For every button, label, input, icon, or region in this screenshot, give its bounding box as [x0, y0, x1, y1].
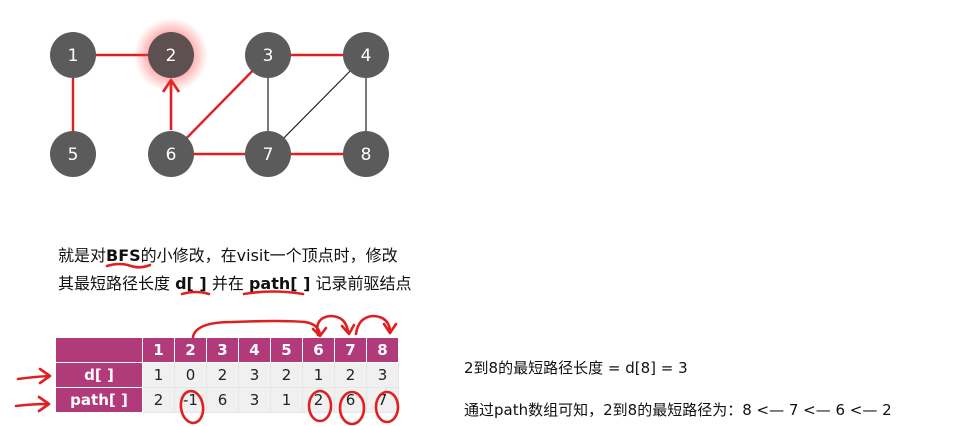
d-cell-6: 1: [302, 362, 335, 388]
node-3-label: 3: [263, 46, 274, 66]
path-cell-2: -1: [174, 387, 207, 413]
node-7-label: 7: [263, 145, 274, 165]
path-cell-6: 2: [302, 387, 335, 413]
shortest-path-text: 通过path数组可知，2到8的最短路径为：8 <— 7 <— 6 <— 2: [464, 401, 892, 419]
path-cell-5: 1: [270, 387, 303, 413]
header-6: 6: [302, 337, 335, 363]
node-4-label: 4: [361, 46, 372, 66]
path-cell-4: 3: [238, 387, 271, 413]
header-1: 1: [142, 337, 175, 363]
header-2: 2: [174, 337, 207, 363]
description-line-2: 其最短路径长度 d[ ] 并在 path[ ] 记录前驱结点: [58, 274, 412, 293]
header-7: 7: [334, 337, 367, 363]
table-corner: [55, 337, 143, 363]
table-row-d: d[ ] 1 0 2 3 2 1 2 3: [55, 362, 399, 388]
path-array-term: path[ ]: [248, 274, 311, 293]
row-label-d: d[ ]: [55, 362, 143, 388]
node-1-label: 1: [68, 46, 79, 66]
d-cell-4: 3: [238, 362, 271, 388]
bfs-result-table: 1 2 3 4 5 6 7 8 d[ ] 1 0 2 3 2 1 2 3 pat…: [55, 337, 399, 413]
path-cell-1: 2: [142, 387, 175, 413]
table-header-row: 1 2 3 4 5 6 7 8: [55, 337, 399, 363]
d-cell-1: 1: [142, 362, 175, 388]
header-4: 4: [238, 337, 271, 363]
node-5-label: 5: [68, 145, 79, 165]
d-cell-2: 0: [174, 362, 207, 388]
header-3: 3: [206, 337, 239, 363]
d-cell-8: 3: [366, 362, 399, 388]
row-label-path: path[ ]: [55, 387, 143, 413]
description-line-1: 就是对BFS的小修改，在visit一个顶点时，修改: [58, 246, 398, 265]
header-8: 8: [366, 337, 399, 363]
table-row-path: path[ ] 2 -1 6 3 1 2 6 7: [55, 387, 399, 413]
node-8-label: 8: [361, 145, 372, 165]
d-cell-7: 2: [334, 362, 367, 388]
path-cell-8: 7: [366, 387, 399, 413]
path-cell-3: 6: [206, 387, 239, 413]
shortest-length-text: 2到8的最短路径长度 = d[8] = 3: [464, 359, 688, 377]
d-cell-3: 2: [206, 362, 239, 388]
node-2-label: 2: [166, 46, 177, 66]
header-5: 5: [270, 337, 303, 363]
d-cell-5: 2: [270, 362, 303, 388]
bfs-term: BFS: [106, 246, 141, 265]
d-array-term: d[ ]: [175, 274, 207, 293]
path-cell-7: 6: [334, 387, 367, 413]
node-6-label: 6: [166, 145, 177, 165]
